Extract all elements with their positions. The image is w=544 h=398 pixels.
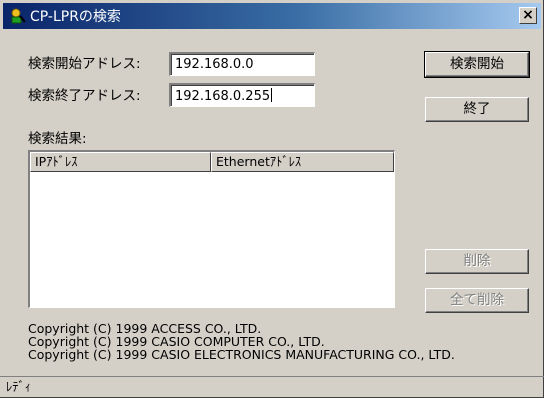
search-start-button[interactable]: 検索開始: [424, 51, 530, 78]
status-text: ﾚﾃﾞｨ: [6, 379, 32, 394]
status-bar: ﾚﾃﾞｨ: [0, 376, 544, 398]
start-address-value: 192.168.0.0: [175, 57, 254, 72]
title-bar[interactable]: CP-LPRの検索 ×: [3, 3, 541, 29]
close-button[interactable]: ×: [519, 7, 537, 24]
text-caret: [271, 88, 273, 102]
results-list[interactable]: IPｱﾄﾞﾚｽ Ethernetｱﾄﾞﾚｽ: [28, 150, 395, 308]
delete-button[interactable]: 削除: [425, 249, 529, 274]
start-address-label: 検索開始アドレス:: [28, 56, 141, 72]
results-label: 検索結果:: [28, 131, 87, 147]
column-header-ethernet[interactable]: Ethernetｱﾄﾞﾚｽ: [211, 152, 394, 172]
close-icon: ×: [522, 7, 534, 23]
window-title: CP-LPRの検索: [30, 9, 121, 25]
delete-all-button[interactable]: 全て削除: [425, 288, 529, 313]
end-address-value: 192.168.0.255: [175, 89, 271, 104]
start-address-input[interactable]: 192.168.0.0: [169, 52, 315, 76]
end-address-label: 検索終了アドレス:: [28, 88, 141, 104]
results-list-header: IPｱﾄﾞﾚｽ Ethernetｱﾄﾞﾚｽ: [30, 152, 394, 172]
end-address-input[interactable]: 192.168.0.255: [169, 83, 315, 107]
app-icon: [11, 8, 26, 24]
column-header-ip[interactable]: IPｱﾄﾞﾚｽ: [30, 152, 211, 172]
copyright-line: Copyright (C) 1999 CASIO ELECTRONICS MAN…: [28, 347, 455, 362]
exit-button[interactable]: 終了: [425, 97, 529, 122]
search-dialog-window: CP-LPRの検索 × 検索開始アドレス: 192.168.0.0 検索終了アド…: [0, 0, 544, 398]
